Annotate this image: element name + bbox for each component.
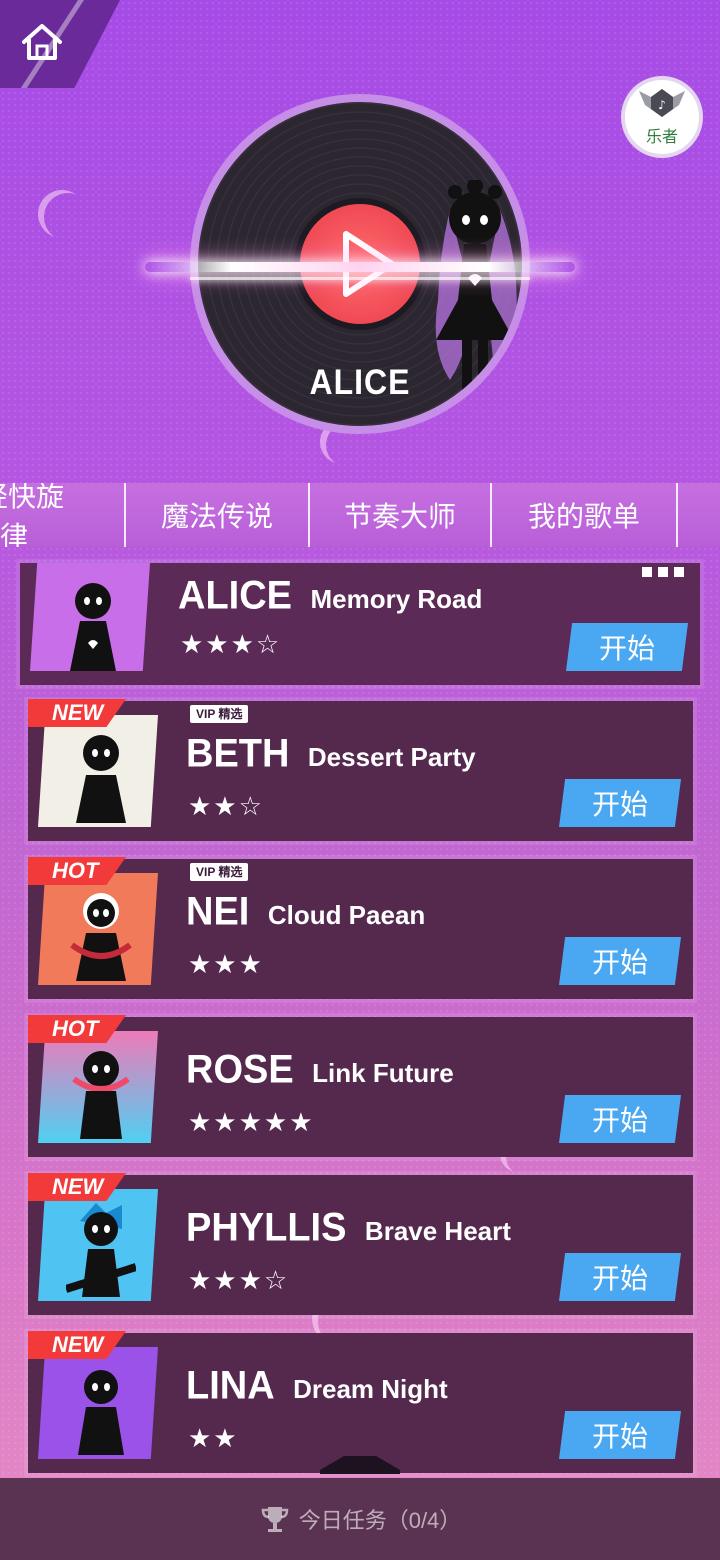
song-row[interactable]: NEW VIP 精选 BETH Dessert Party ★★☆ 开始 bbox=[28, 699, 693, 841]
difficulty-stars: ★★★☆ bbox=[188, 1265, 290, 1295]
emblem-icon: ♪ bbox=[639, 89, 685, 117]
tab-rhythm-master[interactable]: 节奏大师 bbox=[310, 483, 492, 547]
song-thumbnail bbox=[38, 1031, 158, 1143]
home-icon bbox=[22, 24, 62, 60]
difficulty-stars: ★★☆ bbox=[188, 791, 264, 821]
player-badge[interactable]: ♪ 乐者 bbox=[621, 76, 703, 158]
category-tabs: 轻快旋律 魔法传说 节奏大师 我的歌单 bbox=[0, 483, 720, 547]
song-artist: BETH bbox=[186, 731, 290, 777]
song-artist: ALICE bbox=[178, 573, 292, 619]
song-row[interactable]: NEW LINA Dream Night ★★ 开始 bbox=[28, 1331, 693, 1473]
start-button[interactable]: 开始 bbox=[559, 1095, 681, 1143]
character-silhouette bbox=[70, 583, 116, 671]
song-title: Link Future bbox=[312, 1058, 454, 1088]
song-row[interactable]: HOT ROSE Link Future ★★★★★ 开始 bbox=[28, 1015, 693, 1157]
character-silhouette bbox=[78, 1370, 124, 1455]
tab-magic-legend[interactable]: 魔法传说 bbox=[126, 483, 310, 547]
pull-up-handle-bar bbox=[320, 1470, 400, 1474]
song-row[interactable]: ALICE Memory Road ★★★☆ 开始 bbox=[20, 563, 700, 685]
character-silhouette bbox=[72, 1051, 130, 1139]
song-title: Memory Road bbox=[310, 584, 483, 614]
home-button[interactable] bbox=[20, 22, 64, 62]
tab-my-playlist[interactable]: 我的歌单 bbox=[492, 483, 678, 547]
song-thumbnail bbox=[38, 1347, 158, 1459]
difficulty-stars: ★★★★★ bbox=[188, 1107, 315, 1137]
difficulty-stars: ★★★ bbox=[188, 949, 264, 979]
difficulty-stars: ★★★☆ bbox=[180, 629, 282, 659]
song-title: Brave Heart bbox=[364, 1216, 511, 1246]
song-thumbnail bbox=[38, 873, 158, 985]
moon-decoration bbox=[38, 190, 86, 238]
song-artist: ROSE bbox=[186, 1047, 294, 1093]
glow-effect bbox=[190, 277, 530, 280]
scroll-indicator bbox=[642, 567, 684, 577]
song-row[interactable]: HOT VIP 精选 NEI Cloud Paean ★★★ 开始 bbox=[28, 857, 693, 999]
song-thumbnail bbox=[30, 563, 150, 671]
difficulty-stars: ★★ bbox=[188, 1423, 239, 1453]
tab-light-melody[interactable]: 轻快旋律 bbox=[0, 483, 126, 547]
character-silhouette bbox=[76, 735, 126, 823]
daily-task-label: 今日任务（0/4） bbox=[298, 1508, 462, 1533]
start-button[interactable]: 开始 bbox=[566, 623, 688, 671]
song-artist: PHYLLIS bbox=[186, 1205, 347, 1251]
song-thumbnail bbox=[38, 715, 158, 827]
character-silhouette bbox=[66, 1203, 136, 1297]
vip-badge: VIP 精选 bbox=[190, 863, 249, 881]
song-title: Dessert Party bbox=[307, 742, 476, 772]
song-thumbnail bbox=[38, 1189, 158, 1301]
start-button[interactable]: 开始 bbox=[559, 937, 681, 985]
glow-effect bbox=[145, 262, 575, 272]
song-title: Cloud Paean bbox=[267, 900, 426, 930]
daily-task-bar[interactable]: 今日任务（0/4） bbox=[0, 1478, 720, 1560]
song-artist: NEI bbox=[186, 889, 250, 935]
song-row[interactable]: NEW PHYLLIS Brave Heart ★★★☆ 开始 bbox=[28, 1173, 693, 1315]
song-artist: LINA bbox=[186, 1363, 275, 1409]
now-playing-artist: ALICE bbox=[309, 362, 411, 402]
svg-text:♪: ♪ bbox=[658, 98, 666, 112]
start-button[interactable]: 开始 bbox=[559, 779, 681, 827]
song-title: Dream Night bbox=[293, 1374, 448, 1404]
start-button[interactable]: 开始 bbox=[559, 1253, 681, 1301]
trophy-icon bbox=[261, 1507, 288, 1532]
vip-badge: VIP 精选 bbox=[190, 705, 249, 723]
start-button[interactable]: 开始 bbox=[559, 1411, 681, 1459]
character-silhouette bbox=[70, 893, 132, 981]
badge-label: 乐者 bbox=[645, 129, 678, 146]
